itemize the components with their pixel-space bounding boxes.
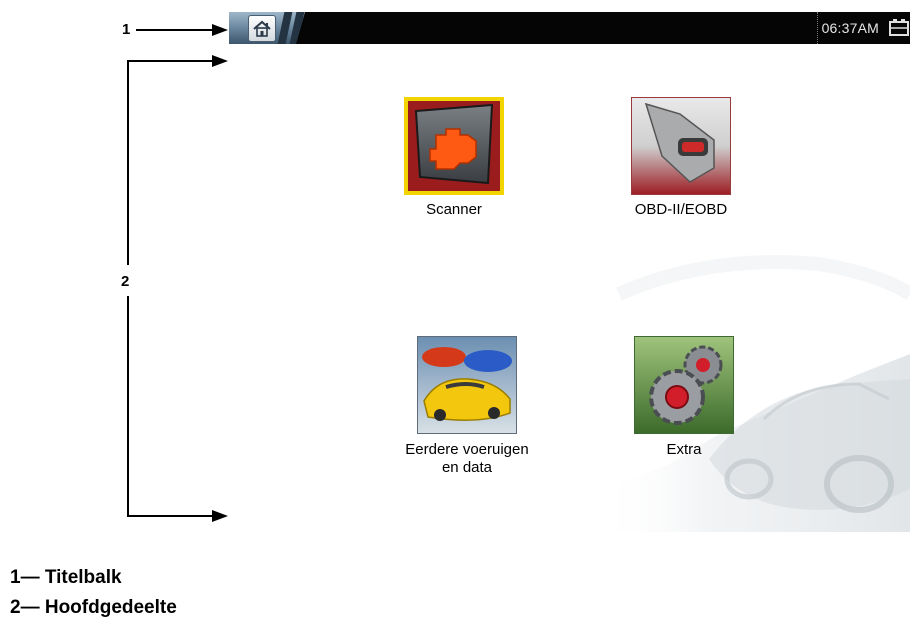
main-area: Scanner OBD-II/EOBD Eerdere voeruigen en… xyxy=(229,44,910,532)
callout-1-number: 1 xyxy=(122,21,131,38)
callout-1-arrowhead xyxy=(212,24,228,36)
car-watermark xyxy=(599,255,910,532)
home-button[interactable] xyxy=(248,15,276,42)
engine-warning-icon xyxy=(408,101,500,191)
app-label-scanner: Scanner xyxy=(426,201,482,218)
callout-2-arrowhead-top xyxy=(212,55,228,67)
callout-1-arrow xyxy=(136,29,214,31)
callout-2-arrowhead-bottom xyxy=(212,510,228,522)
callout-2-bracket-vertical-upper xyxy=(127,60,129,265)
app-label-extra: Extra xyxy=(666,441,702,458)
clock: 06:37AM xyxy=(821,20,879,36)
callout-2-number: 2 xyxy=(121,273,130,290)
app-tile-extra[interactable] xyxy=(634,336,734,434)
legend-item-1: 1— Titelbalk xyxy=(10,567,122,588)
legend-item-2: 2— Hoofdgedeelte xyxy=(10,597,177,618)
callout-2-bracket-vertical-lower xyxy=(127,296,129,516)
app-label-previous-vehicles-line2: en data xyxy=(441,459,493,476)
app-label-previous-vehicles: Eerdere voeruigen en data xyxy=(357,441,577,477)
app-label-obd: OBD-II/EOBD xyxy=(634,201,728,218)
gears-icon xyxy=(635,337,733,433)
home-tab xyxy=(229,12,305,44)
obd-connector-icon xyxy=(632,98,730,194)
cars-icon xyxy=(418,337,516,433)
title-bar: 06:37AM xyxy=(229,12,910,44)
home-icon xyxy=(253,20,271,37)
battery-icon xyxy=(889,19,909,36)
app-label-previous-vehicles-line1: Eerdere voeruigen xyxy=(405,441,529,458)
clock-area: 06:37AM xyxy=(816,12,883,44)
app-tile-scanner[interactable] xyxy=(404,97,504,195)
callout-2-bracket-bottom xyxy=(127,515,214,517)
app-tile-previous-vehicles[interactable] xyxy=(417,336,517,434)
app-tile-obd[interactable] xyxy=(631,97,731,195)
callout-2-bracket-top xyxy=(127,60,214,62)
